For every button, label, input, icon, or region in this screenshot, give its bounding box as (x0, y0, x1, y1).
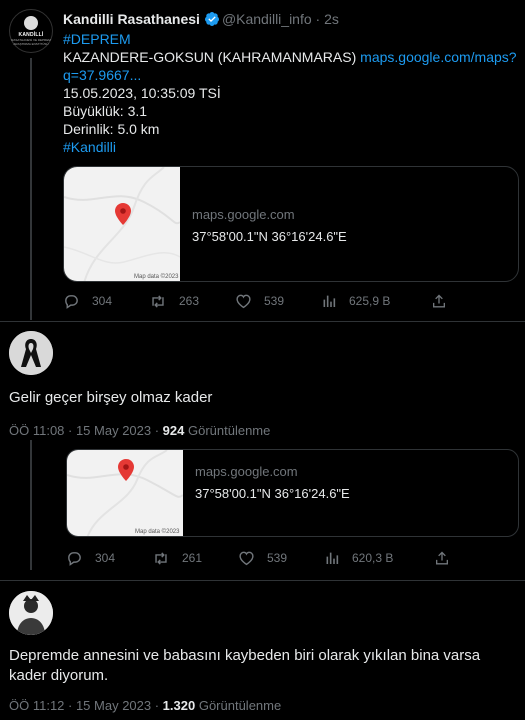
views-chart-icon (323, 295, 336, 307)
embedded-map-pin-icon (118, 459, 134, 481)
embedded-views-count: 620,3 B (352, 551, 394, 565)
views-button[interactable]: 625,9 B (321, 293, 431, 309)
embedded-actions: 304 261 539 620,3 B (66, 549, 466, 567)
avatar-logo-subtext: RASATHANESİ VE DEPREM ARAŞTIRMA ENSTİTÜS… (11, 38, 51, 46)
map-link-card[interactable]: Map data ©2023 maps.google.com 37°58'00.… (63, 166, 519, 282)
hashtag-deprem[interactable]: #DEPREM (63, 30, 131, 48)
reply2-views-count: 1.320 (162, 698, 196, 713)
reply1-time[interactable]: ÖÖ 11:08 · 15 May 2023 · (9, 423, 163, 438)
reply-icon (65, 294, 78, 309)
author-handle[interactable]: @Kandilli_info (222, 11, 312, 27)
retweet-button[interactable]: 263 (149, 293, 235, 310)
card-coordinates: 37°58'00.1"N 36°16'24.6"E (192, 229, 347, 244)
reply2-text: Depremde annesini ve babasını kaybeden b… (9, 646, 519, 686)
embedded-card-coordinates: 37°58'00.1"N 36°16'24.6"E (195, 486, 350, 501)
tweet-time[interactable]: 2s (324, 11, 339, 27)
kandilli-avatar[interactable]: KANDİLLİ RASATHANESİ VE DEPREM ARAŞTIRMA… (9, 9, 53, 53)
divider (0, 580, 525, 581)
thread-line (30, 58, 32, 320)
reply2-views-label: Görüntülenme (195, 698, 282, 713)
like-button[interactable]: 539 (235, 293, 321, 309)
share-icon (436, 551, 448, 564)
share-icon (433, 294, 445, 307)
heart-icon (236, 294, 251, 309)
black-ribbon-icon (9, 331, 53, 375)
quake-magnitude: Büyüklük: 3.1 (63, 103, 148, 119)
maps-link-part1[interactable]: maps.google.com/maps? (360, 49, 516, 65)
embedded-like-count: 539 (267, 551, 288, 565)
map-credit: Map data ©2023 (134, 274, 179, 280)
hashtag-kandilli[interactable]: #Kandilli (63, 138, 116, 156)
verified-badge-icon (204, 11, 220, 31)
reply-icon (68, 551, 81, 566)
embedded-map-thumbnail: Map data ©2023 (67, 450, 183, 536)
quake-depth: Derinlik: 5.0 km (63, 121, 160, 137)
maps-link-part2[interactable]: q=37.9667... (63, 66, 141, 84)
author-name[interactable]: Kandilli Rasathanesi (63, 11, 200, 27)
card-domain: maps.google.com (192, 207, 295, 222)
embedded-retweet-count: 261 (182, 551, 203, 565)
embedded-card-text: maps.google.com 37°58'00.1"N 36°16'24.6"… (183, 450, 350, 536)
heart-icon (239, 551, 254, 566)
reply-button[interactable]: 304 (63, 293, 149, 310)
retweet-icon (152, 294, 164, 308)
like-count: 539 (264, 294, 285, 308)
reply1-avatar[interactable] (9, 331, 53, 375)
tweet-location-line: KAZANDERE-GOKSUN (KAHRAMANMARAS) maps.go… (63, 48, 517, 66)
location-text: KAZANDERE-GOKSUN (KAHRAMANMARAS) (63, 49, 357, 65)
reply1-views-count: 924 (162, 423, 185, 438)
embedded-card-domain: maps.google.com (195, 464, 298, 479)
tweet-header: Kandilli Rasathanesi @Kandilli_info · 2s (63, 10, 339, 31)
reply2-meta: ÖÖ 11:12 · 15 May 2023 · 1.320 Görüntüle… (9, 697, 281, 714)
map-pin-icon (115, 203, 131, 225)
embedded-map-credit: Map data ©2023 (135, 529, 180, 535)
reply2-time[interactable]: ÖÖ 11:12 · 15 May 2023 · (9, 698, 163, 713)
embedded-reply-button[interactable]: 304 (66, 550, 152, 567)
reply1-meta: ÖÖ 11:08 · 15 May 2023 · 924 Görüntülenm… (9, 422, 270, 439)
retweet-count: 263 (179, 294, 200, 308)
tweet-actions: 304 263 539 625,9 B (63, 292, 463, 310)
views-count: 625,9 B (349, 294, 391, 308)
embedded-retweet-button[interactable]: 261 (152, 550, 238, 567)
views-chart-icon (326, 552, 339, 564)
card-text: maps.google.com 37°58'00.1"N 36°16'24.6"… (180, 167, 347, 281)
reply2-text-line1: Depremde annesini ve babasını kaybeden b… (9, 647, 481, 664)
embedded-views-button[interactable]: 620,3 B (324, 550, 434, 566)
share-button[interactable] (431, 293, 459, 310)
user-photo-icon (9, 591, 53, 635)
reply2-text-line2: kader diyorum. (9, 667, 109, 684)
reply2-avatar[interactable] (9, 591, 53, 635)
embedded-share-button[interactable] (434, 550, 462, 567)
reply-count: 304 (92, 294, 113, 308)
kandilli-logo-icon (24, 16, 38, 30)
embedded-map-card[interactable]: Map data ©2023 maps.google.com 37°58'00.… (66, 449, 519, 537)
embedded-reply-count: 304 (95, 551, 116, 565)
embedded-like-button[interactable]: 539 (238, 550, 324, 566)
reply1-text: Gelir geçer birşey olmaz kader (9, 389, 213, 406)
retweet-icon (155, 551, 167, 565)
divider (0, 321, 525, 322)
quote-thread-line (30, 440, 32, 570)
reply1-views-label: Görüntülenme (184, 423, 271, 438)
quake-datetime: 15.05.2023, 10:35:09 TSİ (63, 85, 221, 101)
separator-dot: · (311, 11, 325, 27)
map-thumbnail: Map data ©2023 (64, 167, 180, 281)
